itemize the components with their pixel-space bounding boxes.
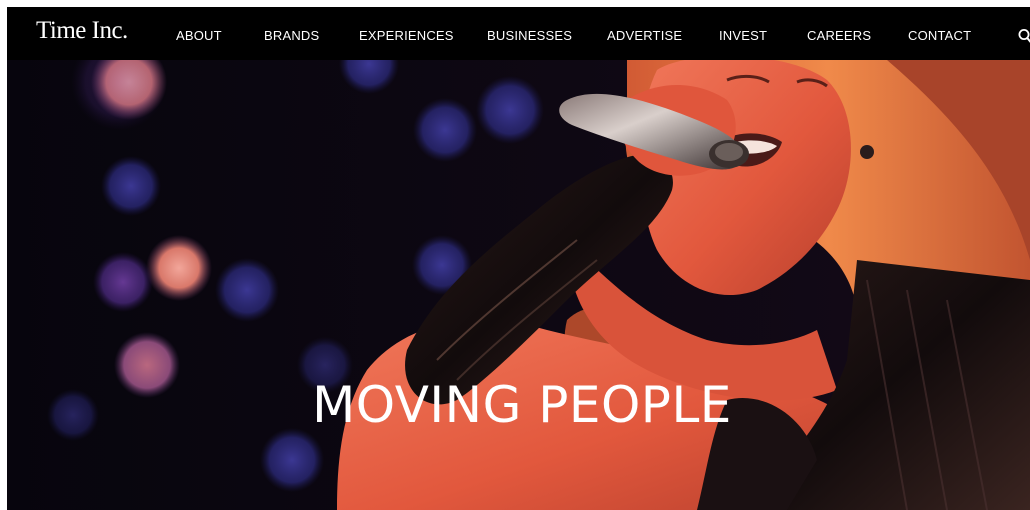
nav-item-experiences[interactable]: EXPERIENCES [359,28,454,44]
nav-item-careers[interactable]: CAREERS [807,28,871,44]
hero-banner: MOVING PEOPLE [7,60,1030,510]
nav-item-invest[interactable]: INVEST [719,28,767,44]
nav-item-contact[interactable]: CONTACT [908,28,971,44]
hero-headline: MOVING PEOPLE [312,376,732,434]
top-navigation-bar: Time Inc. ABOUT BRANDS EXPERIENCES BUSIN… [7,7,1030,60]
nav-item-brands[interactable]: BRANDS [264,28,319,44]
time-inc-logo[interactable]: Time Inc. [36,17,128,45]
nav-item-businesses[interactable]: BUSINESSES [487,28,572,44]
page: Time Inc. ABOUT BRANDS EXPERIENCES BUSIN… [0,0,1030,510]
search-icon[interactable] [1018,28,1030,44]
nav-item-about[interactable]: ABOUT [176,28,222,44]
singer-with-microphone-photo [7,60,1030,510]
nav-item-advertise[interactable]: ADVERTISE [607,28,682,44]
